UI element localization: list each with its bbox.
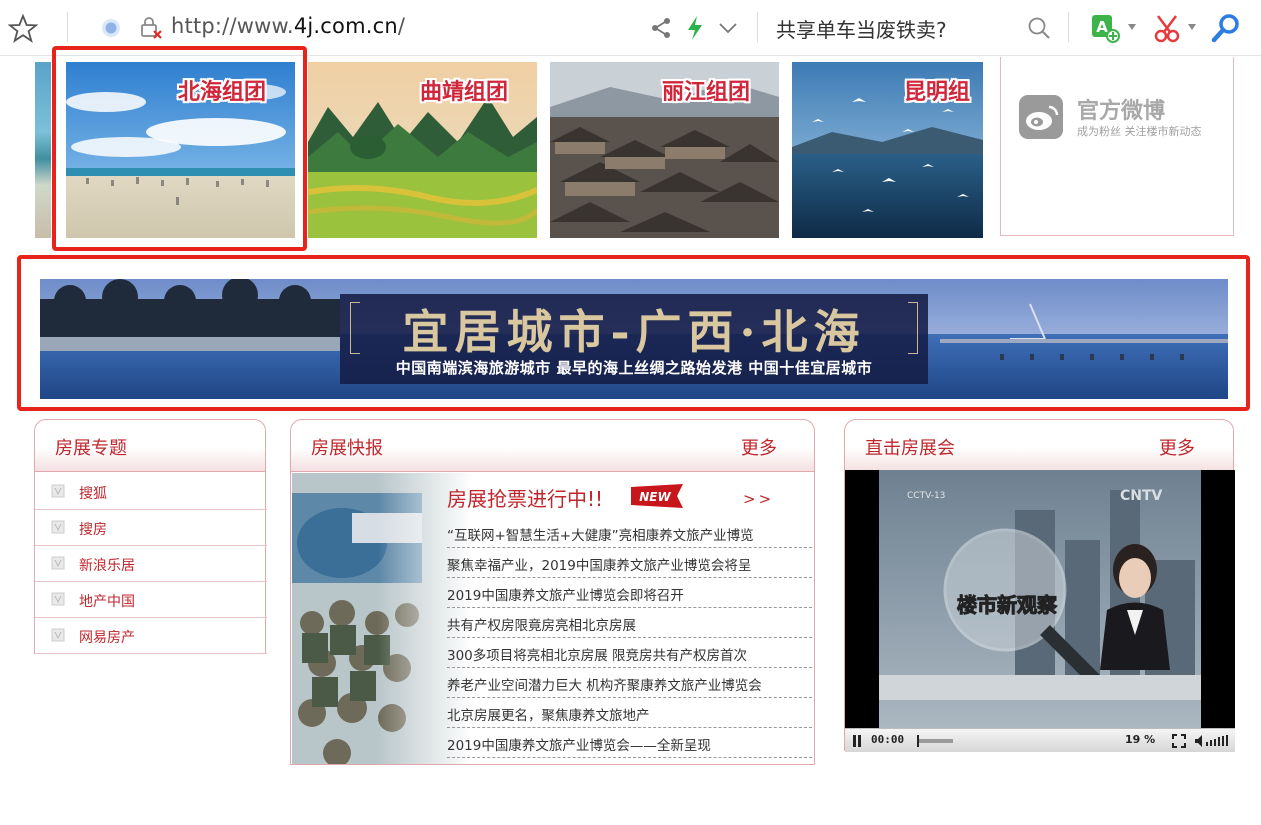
chevron-down-icon[interactable]	[1187, 23, 1197, 31]
video-header: 直击房展会 更多	[845, 420, 1233, 472]
bullet-icon	[51, 592, 65, 606]
news-item[interactable]: 300多项目将亮相北京房展 限竞房共有产权房首次	[447, 638, 812, 668]
bullet-icon	[51, 556, 65, 570]
bullet-icon	[51, 628, 65, 642]
video-controls: 00:00 19 %	[845, 728, 1235, 752]
video-time: 00:00	[871, 733, 905, 746]
weibo-icon	[1019, 95, 1063, 139]
search-icon[interactable]	[1026, 15, 1052, 41]
news-panel: 房展快报 更多 房展抢票进行中!! NEW >> “互联网+智慧生活+大健康”亮…	[290, 419, 815, 765]
toolbar-divider	[67, 12, 68, 42]
topic-link-label: 搜房	[79, 522, 107, 538]
news-item[interactable]: 2019中国康养文旅产业博览会即将召开	[447, 578, 812, 608]
video-progress-bar[interactable]	[917, 739, 953, 743]
channel-badge: CCTV-13	[907, 491, 945, 501]
pause-icon[interactable]	[853, 735, 861, 747]
new-badge-text: NEW	[639, 490, 671, 504]
topic-link-soufang[interactable]: 搜房	[35, 510, 267, 546]
news-item[interactable]: 养老产业空间潜力巨大 机构齐聚康养文旅产业博览会	[447, 668, 812, 698]
weibo-subtitle: 成为粉丝 关注楼市新动态	[1077, 125, 1202, 138]
address-bar[interactable]: http://www.4j.com.cn/	[171, 14, 405, 38]
news-item[interactable]: 聚焦幸福产业，2019中国康养文旅产业博览会将呈	[447, 548, 812, 578]
lock-warning-icon[interactable]	[138, 15, 164, 41]
tile-qujing[interactable]: 曲靖组团	[308, 62, 537, 238]
banner-title: 宜居城市-广西·北海	[402, 305, 866, 359]
weibo-title: 官方微博	[1077, 99, 1166, 124]
video-volume-level: 19 %	[1125, 733, 1156, 746]
new-badge-icon: NEW	[631, 484, 683, 508]
topic-link-label: 搜狐	[79, 486, 107, 502]
topic-link-label: 新浪乐居	[79, 558, 135, 574]
translate-icon[interactable]: A	[1090, 12, 1120, 44]
topic-link-sina-leju[interactable]: 新浪乐居	[35, 546, 267, 582]
news-item[interactable]: “互联网+智慧生活+大健康”亮相康养文旅产业博览	[447, 518, 812, 548]
topic-link-sohu[interactable]: 搜狐	[35, 474, 267, 510]
beihai-banner[interactable]: 宜居城市-广西·北海 中国南端滨海旅游城市 最早的海上丝绸之路始发港 中国十佳宜…	[40, 279, 1228, 399]
video-progress-thumb[interactable]	[917, 735, 919, 747]
news-title: 房展快报	[311, 438, 383, 459]
chevron-down-icon[interactable]	[717, 18, 739, 38]
star-icon[interactable]	[8, 14, 38, 44]
channel-logo: CNTV	[1120, 488, 1163, 504]
banner-text-panel: 宜居城市-广西·北海 中国南端滨海旅游城市 最早的海上丝绸之路始发港 中国十佳宜…	[340, 294, 928, 384]
news-broadcast-frame: CCTV-13 CNTV 楼市新观察	[845, 470, 1235, 728]
topic-link-netease-house[interactable]: 网易房产	[35, 618, 267, 654]
news-item[interactable]: 北京房展更名，聚焦康养文旅地产	[447, 698, 812, 728]
url-suffix: /	[397, 14, 406, 38]
topic-link-label: 地产中国	[79, 594, 135, 610]
tile-label: 昆明组	[904, 80, 971, 105]
video-more-link[interactable]: 更多	[1159, 434, 1195, 460]
official-weibo-panel[interactable]: 官方微博 成为粉丝 关注楼市新动态	[1000, 57, 1234, 236]
search-box[interactable]: 共享单车当废铁卖?	[776, 14, 947, 43]
video-panel: 直击房展会 更多 CCTV-13 CNTV 楼市新观察 00:00 19 %	[844, 419, 1235, 752]
svg-text:A: A	[1096, 18, 1108, 36]
video-player-screen[interactable]: CCTV-13 CNTV 楼市新观察	[845, 470, 1235, 728]
topic-link-label: 网易房产	[79, 630, 135, 646]
secure-icon[interactable]	[100, 17, 122, 39]
news-more-link[interactable]: 更多	[741, 434, 777, 460]
share-icon[interactable]	[649, 16, 673, 40]
tile-lijiang[interactable]: 丽江组团	[550, 62, 779, 238]
url-prefix: http://www.	[171, 14, 294, 38]
toolbar-divider	[1068, 12, 1069, 42]
program-title: 楼市新观察	[957, 593, 1058, 617]
speaker-icon[interactable]	[1195, 734, 1229, 748]
news-headline[interactable]: 房展抢票进行中!!	[447, 483, 603, 512]
highlight-box-beihai	[52, 46, 307, 251]
video-title: 直击房展会	[865, 438, 955, 459]
topic-link-dichan-china[interactable]: 地产中国	[35, 582, 267, 618]
find-icon[interactable]	[1210, 12, 1242, 44]
news-item[interactable]: 2019中国康养文旅产业博览会——全新呈现	[447, 728, 812, 758]
news-header: 房展快报 更多	[291, 420, 814, 472]
headline-more-arrows[interactable]: >>	[743, 490, 774, 508]
topics-title: 房展专题	[55, 438, 127, 459]
bullet-icon	[51, 520, 65, 534]
chevron-down-icon[interactable]	[1127, 23, 1137, 31]
bolt-icon[interactable]	[684, 15, 706, 41]
topics-panel: 房展专题 搜狐 搜房 新浪乐居 地产中国 网易房产	[34, 419, 267, 654]
banner-subtitle: 中国南端滨海旅游城市 最早的海上丝绸之路始发港 中国十佳宜居城市	[395, 359, 873, 377]
toolbar-divider	[757, 12, 758, 42]
url-domain: 4j.com.cn	[293, 14, 398, 38]
scissors-icon[interactable]	[1152, 12, 1182, 44]
news-item[interactable]: 共有产权房限竟房亮相北京房展	[447, 608, 812, 638]
tile-kunming[interactable]: 昆明组	[792, 62, 983, 238]
topics-header: 房展专题	[35, 420, 265, 472]
tile-label: 丽江组团	[662, 80, 751, 105]
fullscreen-icon[interactable]	[1172, 734, 1186, 748]
carousel-prev-image[interactable]	[35, 62, 51, 238]
bullet-icon	[51, 484, 65, 498]
tile-label: 曲靖组团	[420, 80, 509, 105]
